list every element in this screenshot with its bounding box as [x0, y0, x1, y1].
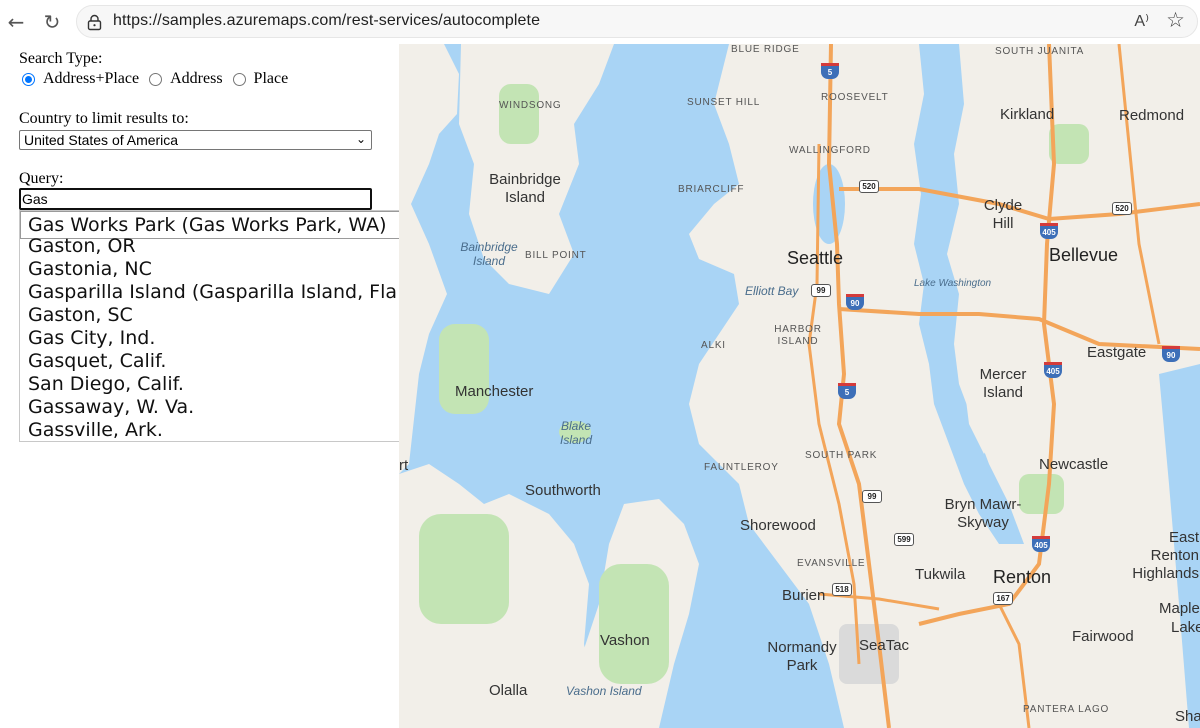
map-label: Manchester	[455, 383, 534, 400]
radio-address-place[interactable]	[22, 72, 35, 86]
suggestion-item[interactable]: Gasparilla Island (Gasparilla Island, Fl…	[28, 281, 411, 304]
country-label: Country to limit results to:	[19, 110, 189, 127]
address-bar[interactable]: https://samples.azuremaps.com/rest-servi…	[76, 5, 1198, 38]
map-label: Lake Washington	[914, 278, 992, 289]
url-text[interactable]: https://samples.azuremaps.com/rest-servi…	[113, 12, 540, 30]
interstate-shield: 5	[821, 63, 839, 79]
state-route-shield: 99	[862, 490, 882, 503]
map-label: Clyde Hill	[983, 197, 1023, 232]
park-patch	[499, 84, 539, 144]
map-label: BLUE RIDGE	[731, 44, 800, 55]
interstate-shield: 405	[1032, 536, 1050, 552]
map-label: Vashon Island	[566, 684, 642, 698]
search-panel: Search Type: Address+Place Address Place…	[0, 44, 435, 728]
map-label: Lake	[1171, 619, 1200, 636]
query-input[interactable]: Gas	[19, 188, 372, 210]
map-label: Maple	[1159, 600, 1200, 617]
map-label: East Renton Highlands	[1132, 529, 1199, 582]
search-type-label: Search Type:	[19, 50, 103, 67]
lock-icon[interactable]	[86, 14, 103, 31]
state-route-shield: 520	[1112, 202, 1132, 215]
interstate-shield: 5	[838, 383, 856, 399]
country-select-value: United States of America	[24, 132, 179, 148]
interstate-shield: 405	[1040, 223, 1058, 239]
park-patch	[599, 564, 669, 684]
map-label: BRIARCLIFF	[678, 184, 745, 195]
map-label: WINDSONG	[499, 100, 562, 111]
suggestion-item[interactable]: Gas City, Ind.	[28, 327, 155, 350]
map-label: Kirkland	[1000, 106, 1055, 123]
park-patch	[839, 624, 899, 684]
country-select[interactable]: United States of America ⌄	[19, 130, 372, 150]
map-label: BILL POINT	[525, 250, 587, 261]
back-arrow-icon[interactable]: ←	[2, 8, 30, 36]
map-label: EVANSVILLE	[797, 558, 866, 569]
map-label: SUNSET HILL	[687, 97, 761, 108]
radio-address-place-label[interactable]: Address+Place	[43, 70, 139, 88]
state-route-shield: 99	[811, 284, 831, 297]
suggestion-item[interactable]: Gassaway, W. Va.	[28, 396, 194, 419]
map-label: SeaTac	[859, 637, 910, 654]
state-route-shield: 520	[859, 180, 879, 193]
state-route-shield: 518	[832, 583, 852, 596]
map-label: Renton	[993, 567, 1052, 587]
suggestion-item[interactable]: Gassville, Ark.	[28, 419, 163, 442]
interstate-shield: 90	[1162, 346, 1180, 362]
state-route-shield: 599	[894, 533, 914, 546]
map-label: Newcastle	[1039, 456, 1109, 473]
map-label: Blake Island	[559, 419, 593, 447]
suggestion-item[interactable]: Gastonia, NC	[28, 258, 152, 281]
map-label: Normandy Park	[767, 639, 837, 674]
map-label: Sha	[1175, 708, 1200, 725]
interstate-shield: 405	[1044, 362, 1062, 378]
map-label: WALLINGFORD	[789, 145, 871, 156]
map-canvas[interactable]: BLUE RIDGE SOUTH JUANITA WINDSONG SUNSET…	[399, 44, 1200, 728]
map-label: Redmond	[1119, 107, 1185, 124]
refresh-icon[interactable]: ↻	[38, 8, 66, 36]
map-label: Bryn Mawr-Skyway	[944, 496, 1022, 531]
interstate-shield: 90	[846, 294, 864, 310]
read-aloud-icon[interactable]: A⁾	[1134, 11, 1149, 31]
radio-address-label[interactable]: Address	[170, 70, 222, 88]
map-label: ALKI	[701, 340, 726, 351]
map-label: Elliott Bay	[745, 284, 799, 298]
suggestion-item[interactable]: Gaston, OR	[28, 235, 136, 258]
suggestion-item[interactable]: San Diego, Calif.	[28, 373, 184, 396]
map-label: Seattle	[787, 248, 844, 268]
map-label: ROOSEVELT	[821, 92, 889, 103]
map-label: Olalla	[489, 682, 528, 699]
map-label: PANTERA LAGO	[1023, 704, 1110, 715]
map-label: Burien	[782, 587, 826, 604]
map-label: rt	[399, 457, 409, 474]
map-label: FAUNTLEROY	[704, 462, 779, 473]
map-label: Bainbridge Island	[489, 171, 561, 206]
query-label: Query:	[19, 170, 64, 187]
map-label: Shorewood	[740, 517, 816, 534]
search-type-radio-group: Address+Place Address Place	[22, 70, 298, 88]
map-label: SOUTH PARK	[805, 450, 878, 461]
map-label: Mercer Island	[979, 366, 1027, 401]
map-label: Tukwila	[915, 566, 966, 583]
state-route-shield: 167	[993, 592, 1013, 605]
map-label: SOUTH JUANITA	[995, 46, 1085, 57]
radio-address[interactable]	[149, 72, 163, 86]
map-label: Fairwood	[1072, 628, 1134, 645]
suggestion-item[interactable]: Gaston, SC	[28, 304, 133, 327]
radio-place[interactable]	[232, 72, 246, 86]
map-label: Bellevue	[1049, 245, 1119, 265]
browser-toolbar: ← ↻ https://samples.azuremaps.com/rest-s…	[0, 0, 1200, 44]
radio-place-label[interactable]: Place	[254, 70, 289, 88]
map-label: HARBOR ISLAND	[774, 324, 822, 347]
autocomplete-dropdown: Gas Works Park (Gas Works Park, WA) Gast…	[19, 210, 435, 442]
star-icon[interactable]: ☆	[1166, 8, 1185, 32]
chevron-down-icon: ⌄	[355, 132, 366, 146]
map-label: Vashon	[600, 632, 650, 649]
park-patch	[419, 514, 509, 624]
map-label: Eastgate	[1087, 344, 1147, 361]
suggestion-item[interactable]: Gasquet, Calif.	[28, 350, 166, 373]
map-label: Southworth	[525, 482, 601, 499]
map-label: Bainbridge Island	[460, 240, 518, 268]
park-patch	[439, 324, 489, 414]
